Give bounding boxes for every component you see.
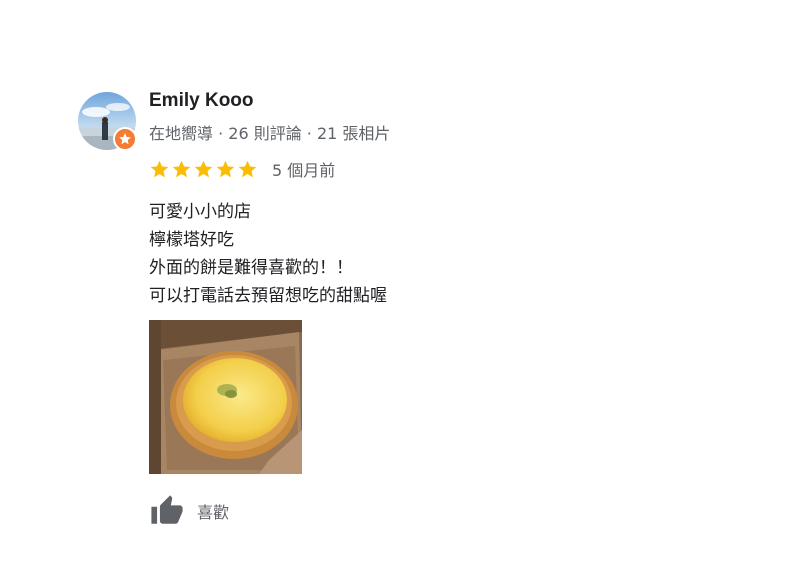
star-icon	[172, 160, 191, 177]
review-photo[interactable]	[149, 320, 302, 474]
star-rating	[149, 159, 258, 180]
author-meta: 在地嚮導 · 26 則評論 · 21 張相片	[149, 124, 391, 143]
star-icon	[150, 160, 169, 177]
review-card: Emily Kooo 在地嚮導 · 26 則評論 · 21 張相片 5 個月前 …	[0, 0, 800, 580]
like-label: 喜歡	[197, 503, 230, 522]
review-date: 5 個月前	[272, 161, 336, 180]
review-text: 可愛小小的店 檸檬塔好吃 外面的餅是難得喜歡的！！ 可以打電話去預留想吃的甜點喔	[149, 198, 387, 310]
rating-row: 5 個月前	[149, 156, 335, 182]
author-name[interactable]: Emily Kooo	[149, 90, 254, 112]
star-icon	[216, 160, 235, 177]
like-button[interactable]: 喜歡	[149, 494, 229, 528]
review-text-line: 外面的餅是難得喜歡的！！	[149, 258, 353, 278]
review-text-line: 檸檬塔好吃	[149, 230, 234, 250]
star-icon	[194, 160, 213, 177]
review-text-line: 可以打電話去預留想吃的甜點喔	[149, 286, 387, 306]
thumbs-up-icon	[151, 495, 183, 524]
review-text-line: 可愛小小的店	[149, 202, 251, 222]
star-icon	[238, 160, 257, 177]
local-guide-star-icon	[113, 127, 137, 151]
